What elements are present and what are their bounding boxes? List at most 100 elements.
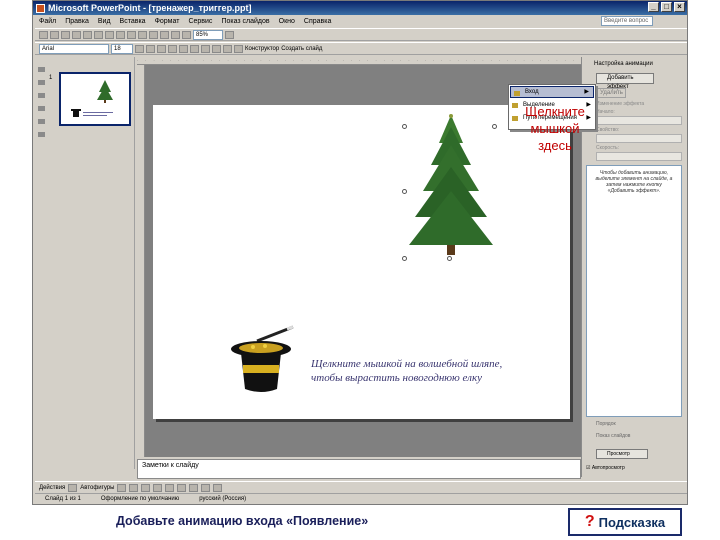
redo-icon[interactable] (149, 30, 158, 39)
play-button[interactable]: Просмотр (596, 449, 648, 459)
reorder-label[interactable]: Порядок (596, 421, 616, 427)
preview-icon[interactable] (83, 30, 92, 39)
draw-menu[interactable]: Действия (39, 485, 65, 491)
menu-help[interactable]: Справка (304, 18, 331, 25)
picture-icon[interactable] (182, 30, 191, 39)
question-icon: ? (584, 513, 595, 530)
custom-animation-pane: Настройка анимации Добавить эффект Удали… (581, 57, 687, 477)
add-effect-button[interactable]: Добавить эффект (596, 73, 654, 90)
table-icon[interactable] (171, 30, 180, 39)
copy-icon[interactable] (116, 30, 125, 39)
save-icon[interactable] (61, 30, 70, 39)
oval-icon[interactable] (153, 483, 163, 492)
textbox-icon[interactable] (165, 483, 175, 492)
bullets-icon[interactable] (223, 44, 232, 53)
new-icon[interactable] (39, 30, 48, 39)
menu-slideshow[interactable]: Показ слайдов (221, 18, 269, 25)
menu-edit[interactable]: Правка (65, 18, 89, 25)
animation-list[interactable]: Чтобы добавить анимацию, выделите элемен… (586, 165, 682, 417)
constructor-button[interactable]: Конструктор (245, 46, 279, 52)
minimize-button[interactable]: _ (648, 2, 659, 12)
resize-handle-bm[interactable] (447, 256, 452, 261)
help-icon[interactable] (225, 30, 234, 39)
wordart-icon[interactable] (177, 483, 187, 492)
hint-label: Подсказка (598, 514, 666, 530)
shadow-icon[interactable] (168, 44, 177, 53)
pane-icon-5 (37, 119, 45, 124)
underline-icon[interactable] (157, 44, 166, 53)
undo-icon[interactable] (138, 30, 147, 39)
align-center-icon[interactable] (190, 44, 199, 53)
slide-caption[interactable]: Щелкните мышкой на волшебной шляпе, чтоб… (311, 357, 551, 385)
slides-pane: 1 (35, 57, 135, 469)
menu-bar: Файл Правка Вид Вставка Формат Сервис По… (33, 15, 687, 27)
zoom-select[interactable]: 85% (193, 29, 223, 40)
slideshow-label[interactable]: Показ слайдов (596, 433, 630, 439)
powerpoint-window: Microsoft PowerPoint - [тренажер_триггер… (32, 0, 688, 505)
hint-button[interactable]: ? Подсказка (568, 508, 682, 536)
menu-insert[interactable]: Вставка (120, 18, 146, 25)
new-slide-button[interactable]: Создать слайд (281, 46, 322, 52)
line-color-icon[interactable] (201, 483, 211, 492)
fill-color-icon[interactable] (189, 483, 199, 492)
cut-icon[interactable] (105, 30, 114, 39)
caption-line-1: Щелкните мышкой на волшебной шляпе, (311, 358, 503, 370)
maximize-button[interactable]: □ (661, 2, 672, 12)
resize-handle-ml[interactable] (402, 189, 407, 194)
font-color-icon[interactable] (234, 44, 243, 53)
line-icon[interactable] (117, 483, 127, 492)
align-left-icon[interactable] (179, 44, 188, 53)
menu-tools[interactable]: Сервис (188, 18, 212, 25)
speed-select[interactable] (596, 152, 682, 161)
resize-handle-tr[interactable] (492, 124, 497, 129)
menu-item-entrance[interactable]: Вход ▶ (510, 86, 594, 98)
close-button[interactable]: × (674, 2, 685, 12)
resize-handle-tl[interactable] (402, 124, 407, 129)
vertical-ruler (137, 65, 145, 457)
magic-hat-image[interactable] (227, 323, 299, 395)
slide-canvas[interactable]: Щелкните мышкой на волшебной шляпе, чтоб… (153, 105, 570, 419)
font-size-select[interactable]: 18 (111, 43, 133, 54)
numbering-icon[interactable] (212, 44, 221, 53)
rectangle-icon[interactable] (141, 483, 151, 492)
autopreview-checkbox[interactable]: ☑ Автопросмотр (586, 465, 625, 471)
christmas-tree-image[interactable] (401, 113, 501, 261)
autopreview-label: Автопросмотр (591, 465, 625, 471)
outline-tab-icon[interactable] (37, 67, 45, 72)
select-arrow-icon[interactable] (68, 483, 78, 492)
slides-tab-icon[interactable] (37, 80, 45, 85)
formatting-toolbar: Arial 18 Конструктор Создать слайд (35, 42, 687, 55)
font-color-draw-icon[interactable] (213, 483, 223, 492)
property-label: Свойство: (596, 127, 620, 133)
chart-icon[interactable] (160, 30, 169, 39)
task-pane-title[interactable]: Настройка анимации (584, 59, 686, 69)
spelling-icon[interactable] (94, 30, 103, 39)
start-select[interactable] (596, 116, 682, 125)
align-right-icon[interactable] (201, 44, 210, 53)
menu-view[interactable]: Вид (98, 18, 111, 25)
callout-line-3: здесь (538, 138, 572, 153)
status-slide: Слайд 1 из 1 (45, 496, 81, 502)
pane-icon-3 (37, 93, 45, 98)
menu-format[interactable]: Формат (155, 18, 180, 25)
bold-icon[interactable] (135, 44, 144, 53)
notes-pane[interactable]: Заметки к слайду (137, 459, 581, 479)
delete-effect-button[interactable]: Удалить (596, 88, 626, 98)
help-search-input[interactable]: Введите вопрос (601, 16, 653, 26)
callout-line-2: мышкой (530, 121, 580, 136)
property-select[interactable] (596, 134, 682, 143)
slide-thumbnail[interactable] (59, 72, 131, 126)
change-effect-label: Изменение эффекта (596, 101, 645, 107)
italic-icon[interactable] (146, 44, 155, 53)
callout-line-1: Щелкните (525, 104, 585, 119)
arrow-icon[interactable] (129, 483, 139, 492)
print-icon[interactable] (72, 30, 81, 39)
menu-window[interactable]: Окно (279, 18, 295, 25)
open-icon[interactable] (50, 30, 59, 39)
menu-file[interactable]: Файл (39, 18, 56, 25)
font-select[interactable]: Arial (39, 43, 109, 54)
paste-icon[interactable] (127, 30, 136, 39)
window-title: Microsoft PowerPoint - [тренажер_триггер… (48, 3, 252, 13)
autoshapes-menu[interactable]: Автофигуры (80, 485, 114, 491)
resize-handle-bl[interactable] (402, 256, 407, 261)
